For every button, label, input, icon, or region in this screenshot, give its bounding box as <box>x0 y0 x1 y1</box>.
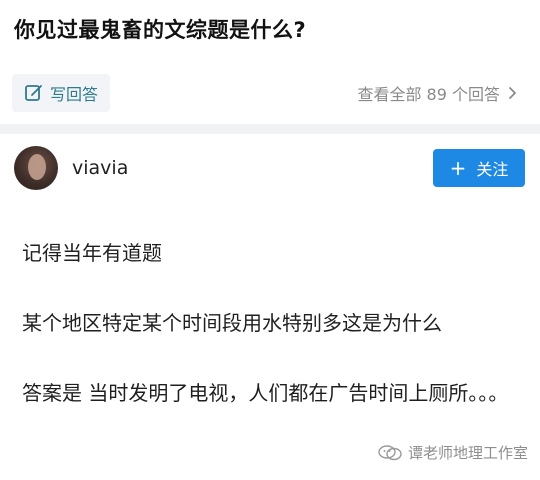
avatar[interactable] <box>14 146 58 190</box>
author-name[interactable]: viavia <box>72 157 128 179</box>
answer-page: 你见过最鬼畜的文综题是什么? 写回答 查看全部 89 个回答 viavia + … <box>0 0 540 480</box>
write-answer-label: 写回答 <box>50 85 99 104</box>
answer-paragraph: 答案是 当时发明了电视，人们都在广告时间上厕所。。。 <box>22 381 509 405</box>
question-title[interactable]: 你见过最鬼畜的文综题是什么? <box>14 14 306 44</box>
view-all-label: 查看全部 89 个回答 <box>357 85 500 104</box>
view-all-answers-link[interactable]: 查看全部 89 个回答 <box>357 81 518 105</box>
watermark: 谭老师地理工作室 <box>378 442 528 463</box>
question-action-bar: 写回答 查看全部 89 个回答 <box>0 70 540 116</box>
answer-paragraph: 某个地区特定某个时间段用水特别多这是为什么 <box>22 311 442 335</box>
section-divider <box>0 124 540 134</box>
follow-label: 关注 <box>476 160 509 179</box>
wechat-logo-icon <box>378 444 402 461</box>
edit-pencil-icon <box>24 83 44 103</box>
answer-body: 记得当年有道题 某个地区特定某个时间段用水特别多这是为什么 答案是 当时发明了电… <box>22 238 522 408</box>
author-row: viavia + 关注 <box>0 140 540 198</box>
write-answer-button[interactable]: 写回答 <box>12 74 111 112</box>
plus-icon: + <box>449 156 467 180</box>
answer-paragraph: 记得当年有道题 <box>22 241 162 265</box>
chevron-right-icon <box>508 86 518 100</box>
follow-button[interactable]: + 关注 <box>433 149 525 187</box>
watermark-text: 谭老师地理工作室 <box>408 444 529 462</box>
